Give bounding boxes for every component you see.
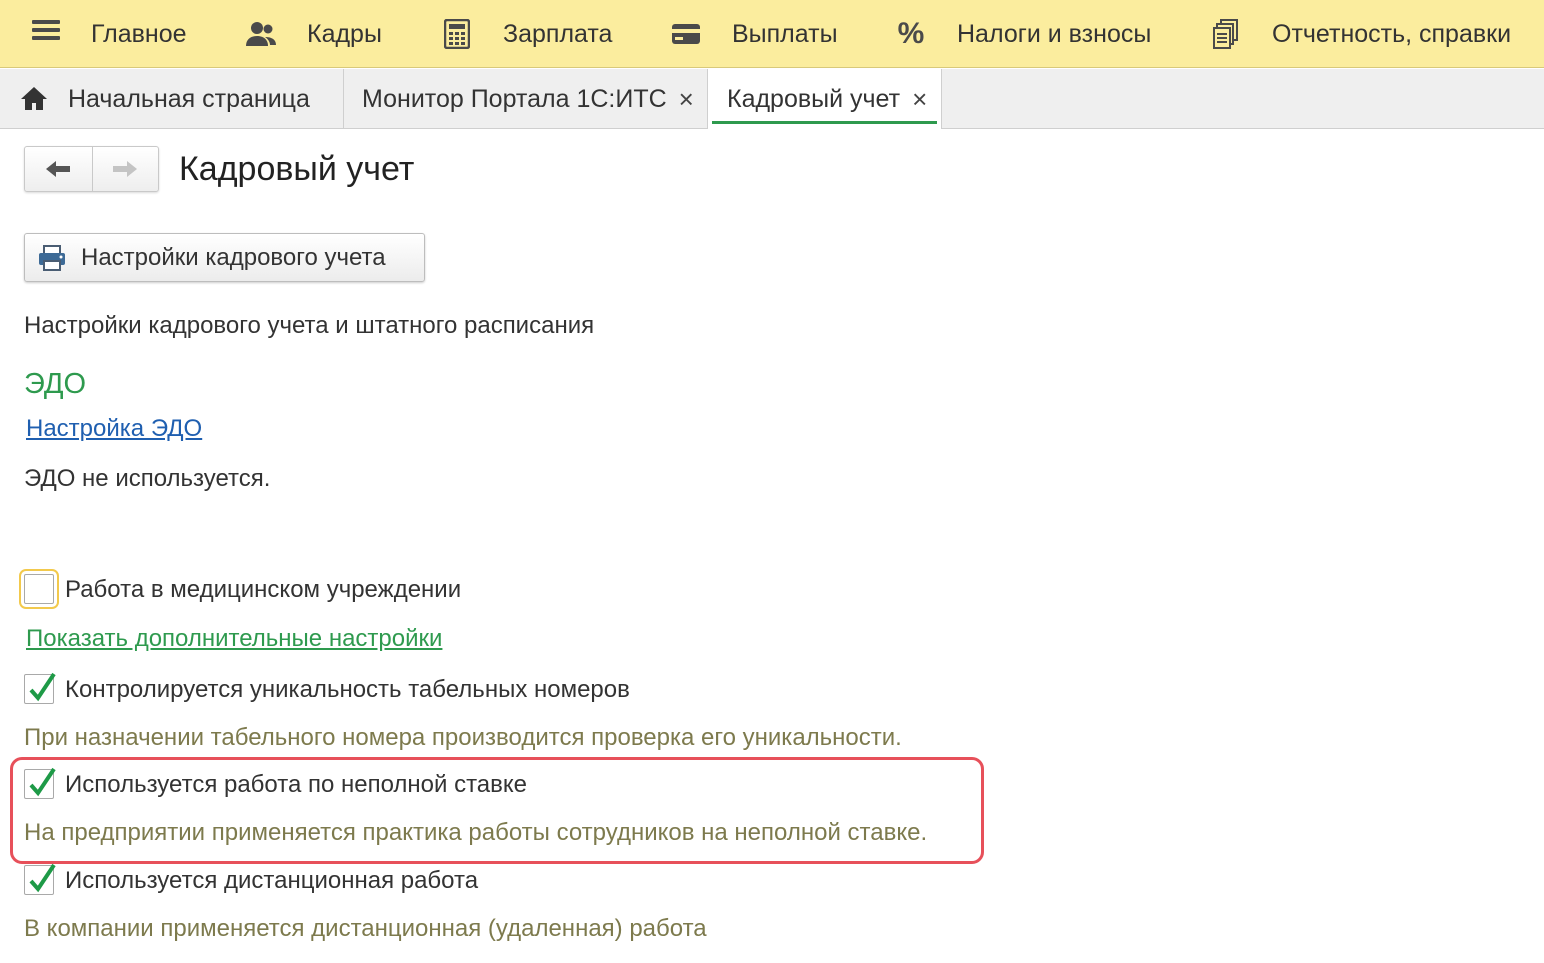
tab-its-monitor[interactable]: Монитор Портала 1С:ИТС × <box>344 69 708 129</box>
menu-item-main[interactable]: Главное <box>91 0 187 68</box>
remote-work-hint: В компании применяется дистанционная (уд… <box>24 915 707 942</box>
menu-item-reports[interactable]: Отчетность, справки <box>1210 0 1511 68</box>
checkmark-icon <box>29 863 56 893</box>
tab-bar: Начальная страница Монитор Портала 1С:ИТ… <box>0 69 1544 129</box>
menu-item-payments[interactable]: Выплаты <box>670 0 838 68</box>
menu-icon[interactable] <box>32 20 60 48</box>
close-icon[interactable]: × <box>912 84 927 115</box>
active-tab-indicator <box>712 121 937 124</box>
people-icon <box>245 18 277 50</box>
medical-institution-checkbox[interactable] <box>19 569 59 609</box>
menu-item-staff[interactable]: Кадры <box>245 0 382 68</box>
edo-status: ЭДО не используется. <box>24 465 271 492</box>
tab-home[interactable]: Начальная страница <box>0 69 344 129</box>
page-title: Кадровый учет <box>179 150 415 188</box>
part-time-work-hint: На предприятии применяется практика рабо… <box>24 819 928 846</box>
forward-button[interactable] <box>91 147 159 191</box>
menu-item-salary[interactable]: Зарплата <box>441 0 612 68</box>
remote-work-checkbox[interactable] <box>24 863 56 895</box>
edo-section-title: ЭДО <box>24 368 87 400</box>
unique-personnel-number-hint: При назначении табельного номера произво… <box>24 724 902 751</box>
menu-item-taxes[interactable]: % Налоги и взносы <box>895 0 1152 68</box>
printer-icon <box>37 244 67 272</box>
checkmark-icon <box>29 672 56 702</box>
close-icon[interactable]: × <box>679 84 694 115</box>
documents-icon <box>1210 18 1242 50</box>
home-icon <box>20 85 48 113</box>
main-menu-bar: Главное Кадры Зарплата Выплаты % Налоги … <box>0 0 1544 68</box>
card-icon <box>670 18 702 50</box>
percent-icon: % <box>897 17 925 50</box>
medical-institution-label: Работа в медицинском учреждении <box>65 576 462 603</box>
hr-settings-button[interactable]: Настройки кадрового учета <box>24 233 425 282</box>
calculator-icon <box>441 18 473 50</box>
settings-description: Настройки кадрового учета и штатного рас… <box>24 312 595 339</box>
show-more-settings-link[interactable]: Показать дополнительные настройки <box>26 625 442 653</box>
arrow-left-icon <box>46 161 71 177</box>
edo-settings-link[interactable]: Настройка ЭДО <box>26 415 202 443</box>
remote-work-label: Используется дистанционная работа <box>65 867 479 894</box>
unique-personnel-number-label: Контролируется уникальность табельных но… <box>65 676 630 703</box>
back-button[interactable] <box>25 147 92 191</box>
checkmark-icon <box>29 767 56 797</box>
history-nav <box>24 146 159 192</box>
arrow-right-icon <box>113 161 138 177</box>
part-time-work-checkbox[interactable] <box>24 767 56 799</box>
unique-personnel-number-checkbox[interactable] <box>24 672 56 704</box>
tab-hr-accounting[interactable]: Кадровый учет × <box>708 69 942 129</box>
part-time-work-label: Используется работа по неполной ставке <box>65 771 528 798</box>
